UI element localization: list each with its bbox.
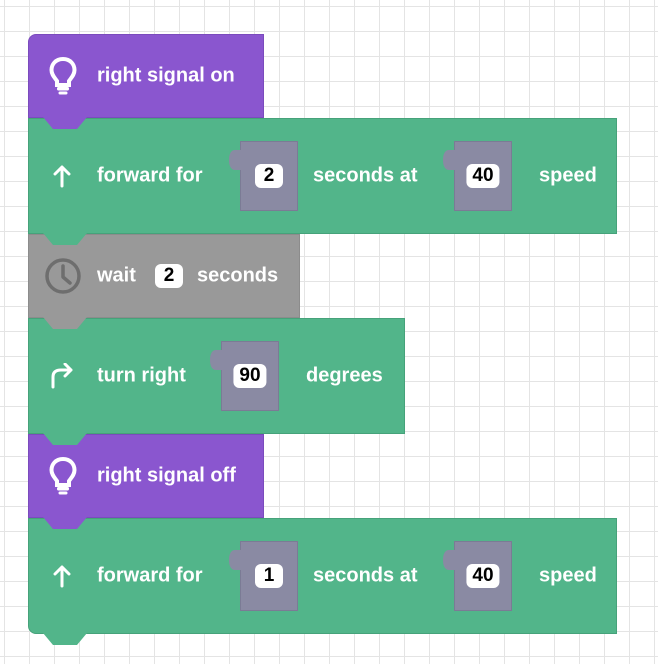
block-label-turn-right: turn right	[97, 364, 186, 387]
seconds-value[interactable]: 1	[255, 564, 283, 588]
speed-input-slot[interactable]: 40	[443, 541, 512, 611]
block-turn-right[interactable]: turn right 90 degrees	[28, 318, 405, 445]
block-right-signal-on[interactable]: right signal on	[28, 34, 264, 129]
puzzle-notch	[229, 550, 241, 570]
lightbulb-icon	[49, 56, 77, 95]
puzzle-notch	[443, 550, 455, 570]
clock-icon	[45, 258, 81, 294]
block-label: right signal off	[97, 464, 236, 487]
block-label-forward-for: forward for	[97, 164, 203, 187]
speed-value[interactable]: 40	[466, 564, 500, 588]
block-connector	[43, 117, 87, 129]
wait-seconds-value[interactable]: 2	[155, 264, 183, 288]
block-label-seconds-at: seconds at	[313, 164, 418, 187]
block-label-seconds: seconds	[197, 264, 279, 287]
block-label-speed: speed	[539, 564, 597, 587]
block-label-degrees: degrees	[306, 364, 383, 387]
block-connector	[43, 517, 87, 529]
block-forward-for[interactable]: forward for 2 seconds at 40 speed	[28, 118, 617, 245]
seconds-input-slot[interactable]: 1	[229, 541, 298, 611]
block-connector	[43, 233, 87, 245]
block-label-wait: wait	[97, 264, 136, 287]
block-label-seconds-at: seconds at	[313, 564, 418, 587]
block-connector	[43, 317, 87, 329]
seconds-value[interactable]: 2	[255, 164, 283, 188]
arrow-up-icon	[53, 565, 71, 588]
puzzle-notch	[443, 150, 455, 170]
speed-input-slot[interactable]: 40	[443, 141, 512, 211]
block-wait[interactable]: wait 2 seconds	[28, 234, 300, 329]
block-connector	[43, 633, 87, 645]
lightbulb-icon	[49, 456, 77, 495]
turn-right-arrow-icon	[51, 363, 73, 389]
seconds-input-slot[interactable]: 2	[229, 141, 298, 211]
degrees-value[interactable]: 90	[233, 364, 267, 388]
speed-value[interactable]: 40	[466, 164, 500, 188]
block-connector	[43, 433, 87, 445]
block-right-signal-off[interactable]: right signal off	[28, 434, 264, 529]
degrees-input-slot[interactable]: 90	[210, 341, 279, 411]
block-forward-for[interactable]: forward for 1 seconds at 40 speed	[28, 518, 617, 645]
block-label: right signal on	[97, 64, 235, 87]
block-label-forward-for: forward for	[97, 564, 203, 587]
puzzle-notch	[229, 150, 241, 170]
arrow-up-icon	[53, 165, 71, 188]
block-label-speed: speed	[539, 164, 597, 187]
puzzle-notch	[210, 350, 222, 370]
